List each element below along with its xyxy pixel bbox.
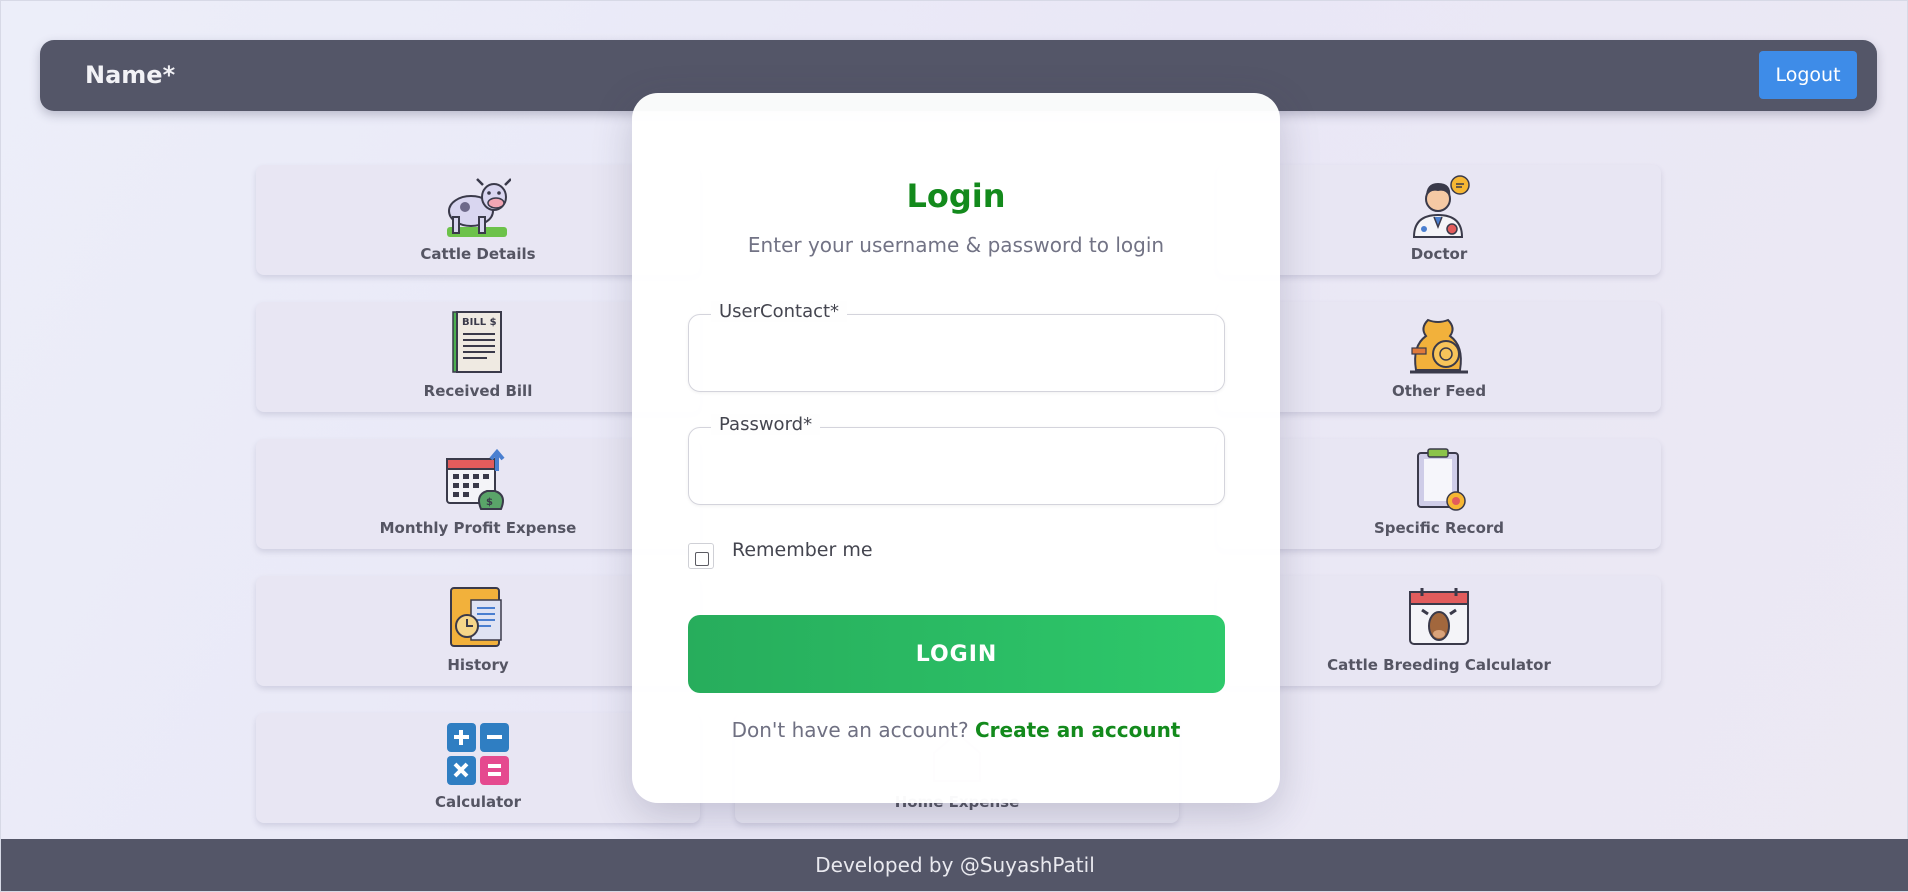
user-contact-label: UserContact* bbox=[711, 301, 848, 322]
calendar-money-icon: $ bbox=[446, 448, 505, 510]
login-subtitle: Enter your username & password to login bbox=[747, 233, 1165, 257]
signup-prompt: Don't have an account? bbox=[731, 718, 969, 742]
logout-button[interactable]: Logout bbox=[1759, 51, 1857, 99]
tile-label: Specific Record bbox=[1373, 519, 1505, 537]
user-contact-input[interactable] bbox=[705, 333, 1208, 373]
tile-label: Cattle Breeding Calculator bbox=[1327, 656, 1551, 674]
tile-doctor[interactable]: Doctor bbox=[1217, 165, 1661, 275]
history-folder-icon bbox=[450, 587, 502, 647]
footer-text: Developed by @SuyashPatil bbox=[815, 853, 1095, 877]
password-input[interactable] bbox=[705, 446, 1208, 486]
doctor-icon bbox=[1412, 175, 1470, 238]
create-account-link[interactable]: Create an account bbox=[975, 718, 1180, 742]
navbar-title: Name* bbox=[85, 61, 176, 89]
footer: Developed by @SuyashPatil bbox=[1, 839, 1908, 891]
user-contact-field[interactable]: UserContact* bbox=[688, 301, 1225, 392]
tile-other-feed[interactable]: Other Feed bbox=[1217, 302, 1661, 412]
login-title: Login bbox=[906, 177, 1006, 215]
tile-label: Calculator bbox=[435, 793, 521, 811]
clipboard-icon bbox=[1417, 448, 1466, 511]
feed-sack-icon bbox=[1410, 318, 1468, 374]
breeding-calendar-icon bbox=[1409, 588, 1469, 645]
remember-me-checkbox[interactable] bbox=[688, 543, 714, 569]
bill-icon: BILL $ bbox=[452, 311, 502, 373]
signup-row: Don't have an account? Create an account bbox=[632, 718, 1280, 742]
password-field[interactable]: Password* bbox=[688, 414, 1225, 505]
tile-label: Other Feed bbox=[1391, 382, 1487, 400]
calculator-icon bbox=[447, 723, 509, 785]
remember-me-label: Remember me bbox=[732, 539, 873, 561]
svg-text:BILL $: BILL $ bbox=[462, 317, 497, 328]
cow-icon bbox=[447, 178, 511, 237]
tile-label: Doctor bbox=[1410, 245, 1468, 263]
tile-cattle-breeding-calculator[interactable]: Cattle Breeding Calculator bbox=[1217, 576, 1661, 686]
login-button[interactable]: LOGIN bbox=[688, 615, 1225, 693]
login-modal: Login Enter your username & password to … bbox=[632, 93, 1280, 803]
password-label: Password* bbox=[711, 414, 821, 435]
tile-specific-record[interactable]: Specific Record bbox=[1217, 439, 1661, 549]
svg-text:$: $ bbox=[486, 497, 493, 508]
